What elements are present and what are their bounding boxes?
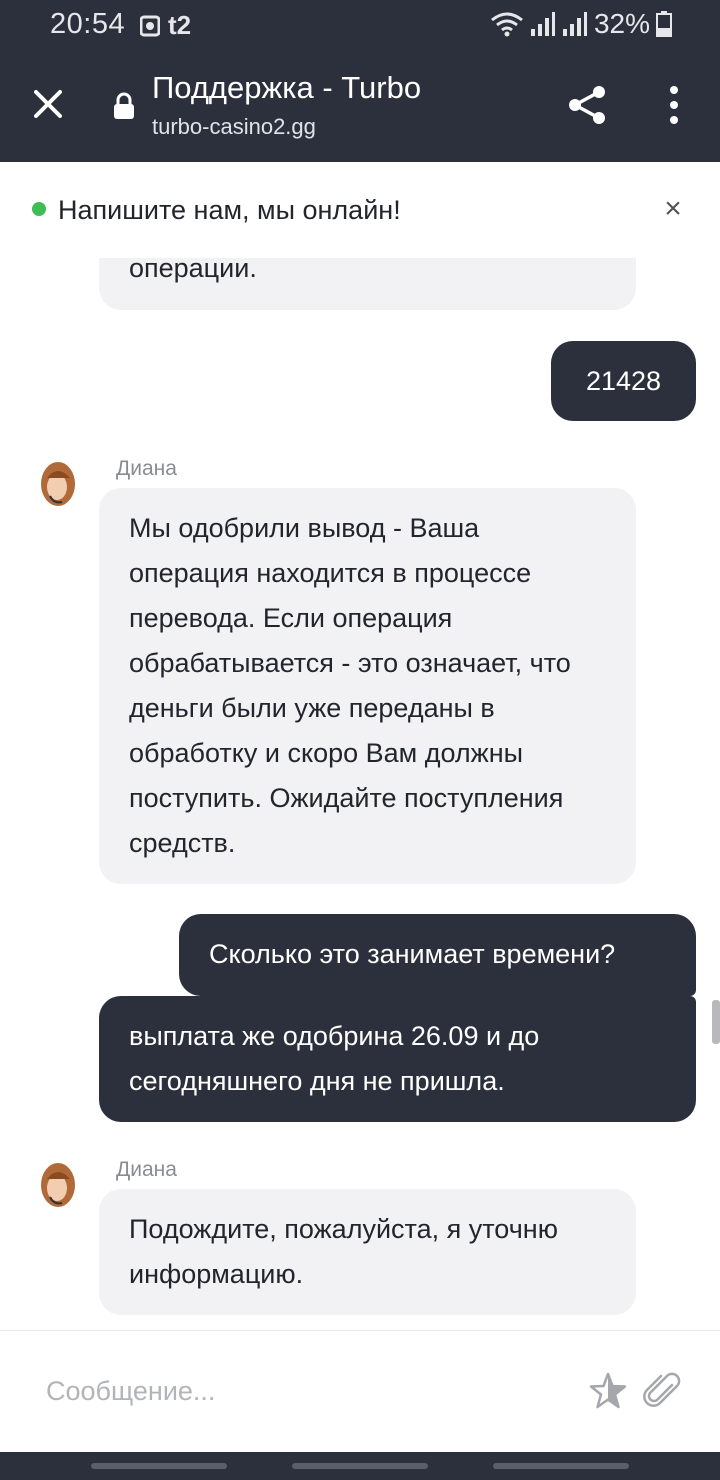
page-title: Поддержка - Turbo [152, 70, 422, 105]
agent-message: Мы одобрили вывод - Ваша операция находи… [99, 488, 636, 884]
agent-name: Диана [116, 457, 177, 480]
status-time: 20:54 [50, 8, 126, 40]
message-text: Подождите, пожалуйста, я уточню информац… [129, 1214, 558, 1289]
page-url[interactable]: turbo-casino2.gg [152, 114, 316, 140]
star-icon[interactable] [588, 1371, 628, 1411]
signal-icon [530, 12, 555, 36]
nav-handle-center[interactable] [292, 1463, 428, 1469]
status-bar: 20:54 t2 32% [0, 0, 720, 50]
system-nav-bar [0, 1452, 720, 1480]
chat-scrollbar[interactable] [712, 1000, 720, 1044]
browser-header: Поддержка - Turbo turbo-casino2.gg [0, 50, 720, 162]
message-text: 21428 [585, 366, 662, 396]
chat-messages[interactable]: операции. 21428 Диана Мы одобрили вывод … [0, 258, 720, 1330]
nav-handle-right[interactable] [493, 1463, 629, 1469]
share-icon[interactable] [565, 82, 611, 128]
message-text: Мы одобрили вывод - Ваша операция находи… [129, 513, 571, 858]
user-message: 21428 [551, 341, 696, 421]
battery-icon [656, 11, 672, 37]
agent-message: операции. [99, 258, 636, 310]
more-menu-icon[interactable] [660, 82, 688, 128]
lock-icon [114, 92, 134, 119]
close-icon[interactable] [28, 84, 68, 124]
battery-percent: 32% [593, 8, 650, 39]
message-text: операции. [129, 258, 257, 283]
message-input[interactable] [46, 1371, 566, 1411]
message-text: Сколько это занимает времени? [209, 939, 616, 969]
online-status-dot [32, 202, 46, 216]
agent-name: Диана [116, 1158, 177, 1181]
user-message: Сколько это занимает времени? [179, 914, 696, 996]
banner-close-button[interactable]: × [660, 194, 686, 224]
user-message: выплата же одобрина 26.09 и до сегодняшн… [99, 996, 696, 1122]
wifi-icon [491, 12, 523, 37]
agent-avatar [40, 1163, 76, 1223]
message-composer [0, 1330, 720, 1452]
nav-handle-left[interactable] [91, 1463, 227, 1469]
carrier-logo: t2 [168, 10, 192, 40]
signal-icon-2 [562, 12, 587, 36]
attach-icon[interactable] [642, 1369, 682, 1413]
agent-message: Подождите, пожалуйста, я уточню информац… [99, 1189, 636, 1315]
notification-icon [140, 15, 160, 36]
agent-avatar [40, 462, 76, 522]
online-banner: Напишите нам, мы онлайн! × [0, 162, 720, 258]
online-banner-text: Напишите нам, мы онлайн! [58, 195, 401, 225]
message-text: выплата же одобрина 26.09 и до сегодняшн… [129, 1021, 540, 1096]
